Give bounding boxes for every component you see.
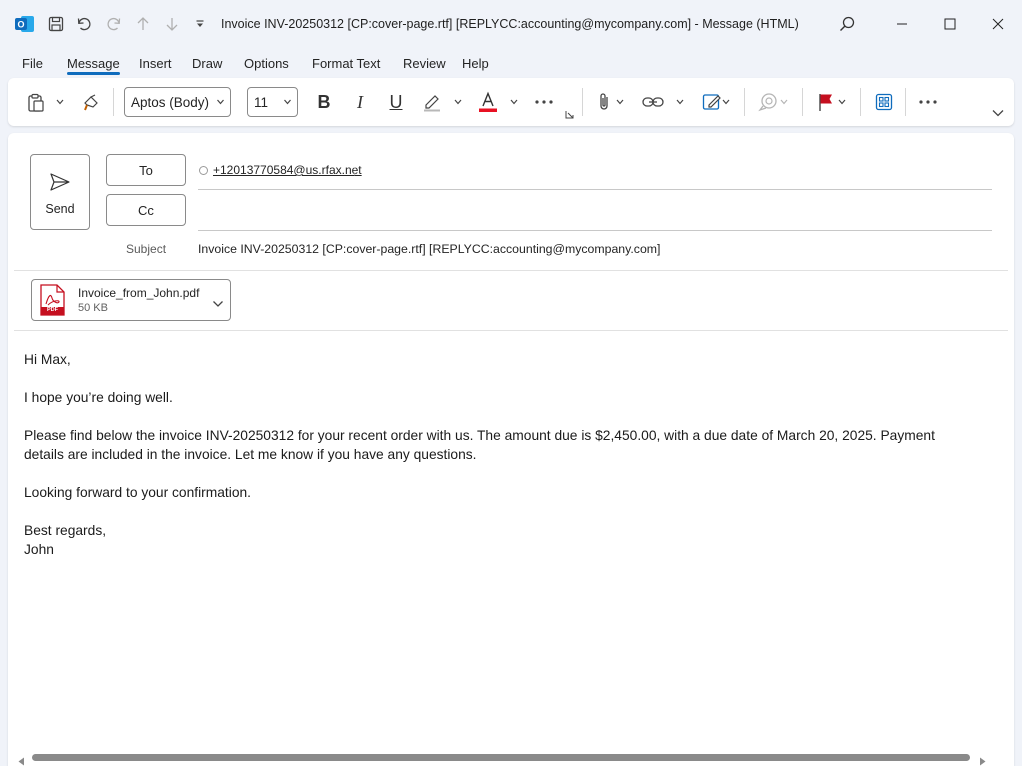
chevron-down-icon <box>283 96 292 111</box>
pdf-icon <box>39 284 65 321</box>
recipient-separator: ; <box>353 163 357 177</box>
window-title: Invoice INV-20250312 [CP:cover-page.rtf]… <box>221 17 799 31</box>
underline-icon[interactable]: U <box>384 90 408 114</box>
paste-icon[interactable] <box>24 91 48 115</box>
attach-file-icon[interactable] <box>594 90 614 114</box>
customize-toolbar-icon[interactable] <box>192 14 208 34</box>
flag-icon[interactable] <box>814 90 838 114</box>
cc-button[interactable]: Cc <box>106 194 186 226</box>
highlight-icon[interactable] <box>420 90 444 114</box>
to-button[interactable]: To <box>106 154 186 186</box>
undo-icon[interactable] <box>74 14 94 34</box>
title-bar: O Invoice INV-20250312 [CP:cover-page.rt… <box>0 0 1022 48</box>
font-color-icon[interactable] <box>476 90 500 114</box>
menu-review[interactable]: Review <box>403 56 446 71</box>
font-size-dropdown[interactable]: 11 <box>247 87 298 117</box>
attachment-size: 50 KB <box>78 302 108 314</box>
format-painter-icon[interactable] <box>80 91 102 115</box>
flag-dropdown-icon[interactable] <box>836 95 848 109</box>
paste-dropdown-icon[interactable] <box>54 95 66 109</box>
minimize-icon[interactable] <box>890 13 914 35</box>
highlight-dropdown-icon[interactable] <box>452 95 464 109</box>
menu-help[interactable]: Help <box>462 56 489 71</box>
body-greeting: Hi Max, <box>24 352 71 367</box>
link-dropdown-icon[interactable] <box>674 95 686 109</box>
chevron-down-icon <box>216 96 225 111</box>
outlook-logo-icon: O <box>14 13 36 35</box>
dialog-launcher-icon[interactable] <box>564 109 574 119</box>
maximize-icon[interactable] <box>938 13 962 35</box>
attachment-card[interactable]: PDF Invoice_from_John.pdf 50 KB <box>31 279 231 321</box>
cc-field-underline <box>198 230 992 231</box>
menu-draw[interactable]: Draw <box>192 56 222 71</box>
close-icon[interactable] <box>986 13 1010 35</box>
more-options-icon[interactable] <box>916 90 940 114</box>
pdf-badge: PDF <box>47 307 58 313</box>
apps-icon[interactable] <box>872 90 896 114</box>
ribbon-separator <box>582 88 583 116</box>
copilot-dropdown-icon[interactable] <box>778 95 790 109</box>
horizontal-scrollbar[interactable] <box>14 750 990 766</box>
send-button[interactable]: Send <box>30 154 90 230</box>
send-icon <box>49 171 71 193</box>
svg-text:O: O <box>17 20 24 30</box>
menu-message[interactable]: Message <box>67 56 120 71</box>
attach-dropdown-icon[interactable] <box>614 95 626 109</box>
body-line: Looking forward to your confirmation. <box>24 485 251 500</box>
menu-insert[interactable]: Insert <box>139 56 172 71</box>
send-label: Send <box>45 201 75 216</box>
body-signature: John <box>24 542 54 557</box>
menu-options[interactable]: Options <box>244 56 289 71</box>
body-paragraph-line-2: details are included in the invoice. Let… <box>24 447 477 462</box>
font-size-value: 11 <box>254 94 269 110</box>
ribbon-separator <box>802 88 803 116</box>
link-icon[interactable] <box>640 90 666 114</box>
body-closing: Best regards, <box>24 523 107 538</box>
body-paragraph-line-1: Please find below the invoice INV-202503… <box>24 428 935 443</box>
attachment-menu-chevron-icon[interactable] <box>212 295 224 313</box>
font-color-dropdown-icon[interactable] <box>508 95 520 109</box>
recipient-token[interactable]: +12013770584@us.rfax.net <box>213 163 362 177</box>
copilot-icon[interactable] <box>756 90 780 114</box>
menu-format-text[interactable]: Format Text <box>312 56 380 71</box>
font-name-dropdown[interactable]: Aptos (Body) <box>124 87 231 117</box>
menu-file[interactable]: File <box>22 56 43 71</box>
ribbon-separator <box>113 88 114 116</box>
scroll-right-icon[interactable] <box>979 753 986 766</box>
to-field-underline <box>198 189 992 190</box>
more-formatting-icon[interactable] <box>532 90 556 114</box>
subject-label: Subject <box>126 242 167 256</box>
active-tab-indicator <box>67 72 120 75</box>
attachment-divider <box>14 330 1008 331</box>
ribbon-collapse-icon[interactable] <box>990 106 1006 120</box>
bold-icon[interactable]: B <box>312 90 336 114</box>
attachment-name: Invoice_from_John.pdf <box>78 286 200 300</box>
signature-dropdown-icon[interactable] <box>720 95 732 109</box>
to-field[interactable]: +12013770584@us.rfax.net ; <box>198 160 992 182</box>
font-name-value: Aptos (Body) <box>131 94 210 110</box>
header-divider <box>14 270 1008 271</box>
ribbon-separator <box>905 88 906 116</box>
scrollbar-thumb[interactable] <box>32 754 970 761</box>
subject-field[interactable]: Invoice INV-20250312 [CP:cover-page.rtf]… <box>198 242 660 256</box>
body-line: I hope you’re doing well. <box>24 390 173 405</box>
arrow-up-icon[interactable] <box>133 14 153 34</box>
cc-field[interactable] <box>198 200 992 224</box>
arrow-down-icon[interactable] <box>162 14 182 34</box>
redo-icon[interactable] <box>104 14 124 34</box>
save-icon[interactable] <box>46 14 66 34</box>
scroll-left-icon[interactable] <box>18 753 25 766</box>
ribbon-separator <box>744 88 745 116</box>
presence-icon <box>199 166 208 175</box>
ribbon-separator <box>860 88 861 116</box>
italic-icon[interactable]: I <box>348 90 372 114</box>
search-icon[interactable] <box>836 13 858 35</box>
